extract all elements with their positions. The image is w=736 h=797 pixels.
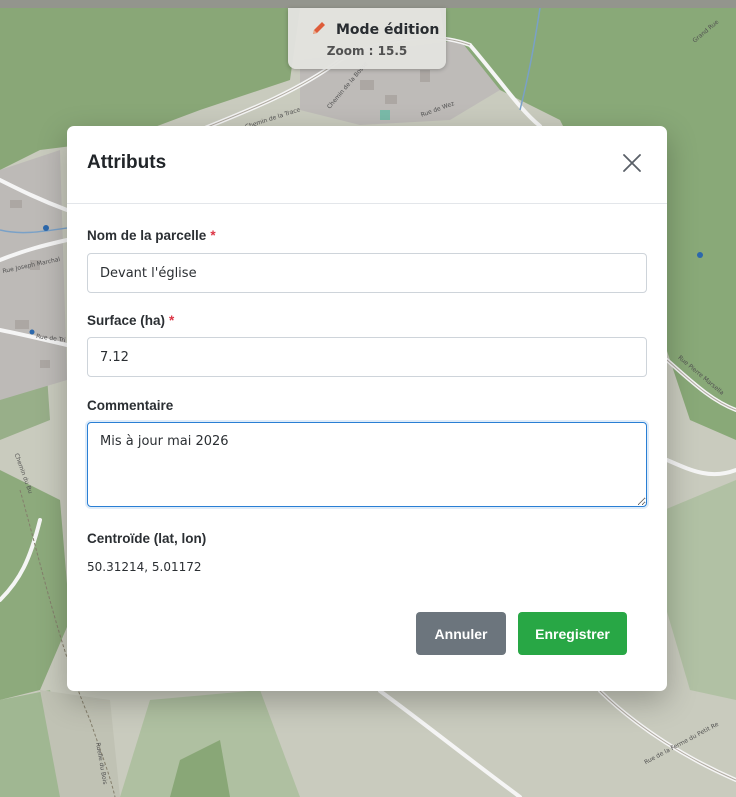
centroid-label: Centroïde (lat, lon) <box>87 531 207 546</box>
required-marker: * <box>210 228 216 243</box>
parcel-name-input[interactable] <box>87 253 647 293</box>
close-icon[interactable] <box>619 150 645 176</box>
save-button[interactable]: Enregistrer <box>518 612 627 655</box>
dialog-title: Attributs <box>87 152 167 173</box>
surface-label: Surface (ha) * <box>87 313 174 328</box>
cancel-button[interactable]: Annuler <box>416 612 506 655</box>
dialog-header: Attributs <box>67 126 667 204</box>
surface-label-text: Surface (ha) <box>87 313 166 328</box>
comment-textarea[interactable]: Mis à jour mai 2026 <box>87 422 647 507</box>
parcel-name-label-text: Nom de la parcelle <box>87 228 207 243</box>
attributes-dialog: Attributs Nom de la parcelle* Surface (h… <box>67 126 667 691</box>
parcel-name-label: Nom de la parcelle * <box>87 228 216 243</box>
required-marker: * <box>169 313 175 328</box>
surface-input[interactable] <box>87 337 647 377</box>
centroid-value: 50.31214, 5.01172 <box>87 560 202 574</box>
comment-label: Commentaire <box>87 398 174 413</box>
